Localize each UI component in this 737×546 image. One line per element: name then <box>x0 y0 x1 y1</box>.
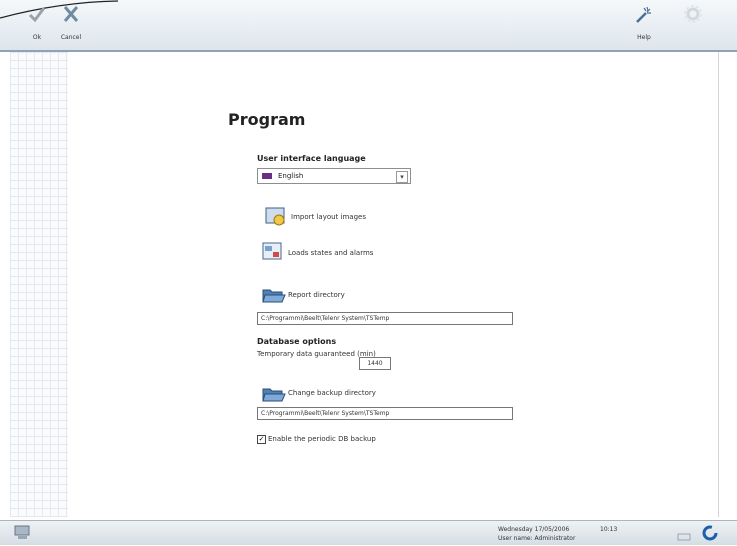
report-directory-button[interactable]: Report directory <box>288 291 345 299</box>
cancel-button[interactable]: Cancel <box>54 4 88 46</box>
page-title: Program <box>228 110 306 129</box>
load-states-icon[interactable] <box>262 242 284 262</box>
disconnect-icon <box>677 527 691 541</box>
import-images-label[interactable]: Import layout images <box>291 213 366 221</box>
close-icon <box>54 4 88 32</box>
status-date: Wednesday 17/05/2006 <box>498 526 570 533</box>
sidebar-grid <box>10 52 68 517</box>
magic-wand-icon <box>627 4 661 32</box>
gear-icon <box>676 4 710 32</box>
folder-icon[interactable] <box>262 286 286 306</box>
load-states-label[interactable]: Loads states and alarms <box>288 249 373 257</box>
database-heading: Database options <box>257 337 337 346</box>
settings-button[interactable] <box>676 4 710 46</box>
chevron-down-icon[interactable]: ▾ <box>396 171 408 183</box>
periodic-backup-label: Enable the periodic DB backup <box>268 435 376 443</box>
change-backup-button[interactable]: Change backup directory <box>288 389 376 397</box>
refresh-icon[interactable] <box>701 524 719 542</box>
periodic-backup-checkbox[interactable]: ✓ <box>257 435 266 444</box>
language-value: English <box>278 172 304 180</box>
ok-label: Ok <box>32 34 42 41</box>
status-bar <box>0 520 737 545</box>
check-icon <box>20 4 54 32</box>
backup-directory-field[interactable]: C:\Programmi\Beelt\Telenr System\TSTemp <box>257 407 513 420</box>
language-heading: User interface language <box>257 154 366 163</box>
cancel-label: Cancel <box>60 34 82 41</box>
temp-data-input[interactable]: 1440 <box>359 357 391 370</box>
content-panel <box>68 52 719 517</box>
computer-icon <box>14 524 32 540</box>
status-time: 10:13 <box>600 526 618 533</box>
language-select[interactable]: English ▾ <box>257 168 411 184</box>
help-button[interactable]: Help <box>627 4 661 46</box>
toolbar: Ok Cancel Help <box>0 0 737 52</box>
help-label: Help <box>637 34 651 41</box>
flag-icon <box>262 173 272 179</box>
temp-data-label: Temporary data guaranteed (min) <box>257 350 376 358</box>
report-directory-field[interactable]: C:\Programmi\Beelt\Telenr System\TSTemp <box>257 312 513 325</box>
import-images-icon[interactable] <box>265 207 287 227</box>
ok-button[interactable]: Ok <box>20 4 54 46</box>
status-user: User name: Administrator <box>498 535 576 542</box>
backup-folder-icon[interactable] <box>262 385 286 405</box>
